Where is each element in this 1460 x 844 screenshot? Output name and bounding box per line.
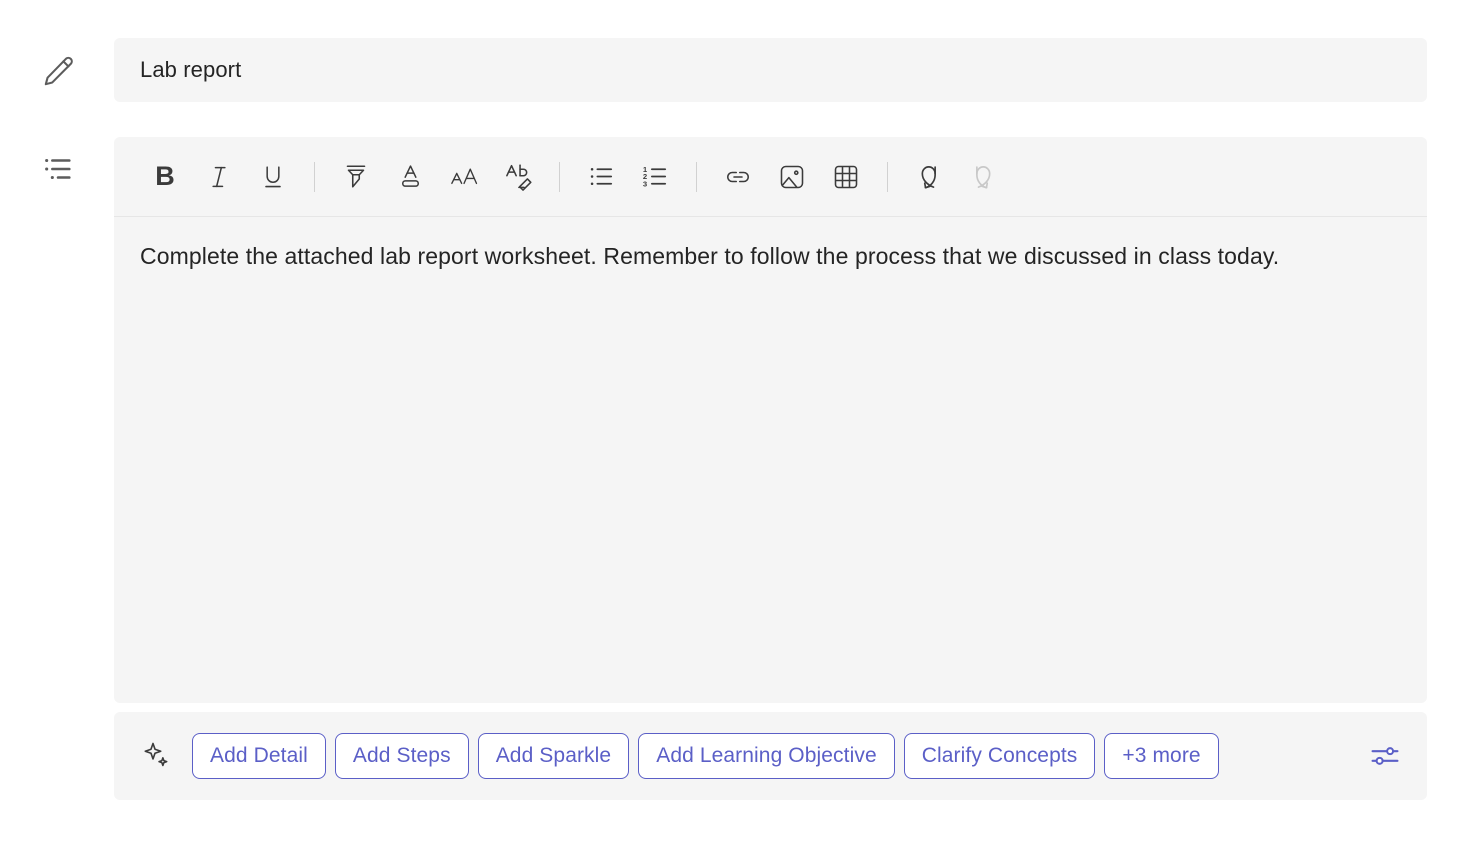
font-color-button[interactable] [383,150,437,204]
redo-button[interactable] [956,150,1010,204]
underline-button[interactable] [246,150,300,204]
suggestion-chip-list: Add Detail Add Steps Add Sparkle Add Lea… [192,733,1351,779]
clear-formatting-icon [505,164,532,191]
suggestion-chip-clarify-concepts[interactable]: Clarify Concepts [903,733,1096,779]
italic-button[interactable] [192,150,246,204]
formatting-toolbar: B 1 2 3 [114,137,1427,217]
link-icon [726,171,750,182]
title-field[interactable]: Lab report [114,38,1427,102]
undo-icon [921,165,936,188]
insert-link-button[interactable] [711,150,765,204]
bold-button[interactable]: B [138,150,192,204]
clear-formatting-button[interactable] [491,150,545,204]
suggestion-chip-add-detail[interactable]: Add Detail [192,733,326,779]
svg-text:3: 3 [642,180,647,189]
toolbar-divider [559,161,560,192]
left-gutter [0,0,114,844]
rich-text-editor-panel: B 1 2 3 Complete the attached lab report… [114,137,1427,703]
toolbar-divider [696,161,697,192]
font-size-button[interactable] [437,150,491,204]
italic-icon [212,166,226,187]
ai-suggestions-bar: Add Detail Add Steps Add Sparkle Add Lea… [114,712,1427,800]
toolbar-divider [314,161,315,192]
numbered-list-button[interactable]: 1 2 3 [628,150,682,204]
pencil-icon [30,44,86,100]
highlighter-icon [346,164,366,188]
bold-icon: B [155,161,175,191]
font-color-icon [401,165,419,187]
settings-sliders-icon[interactable] [1365,736,1405,776]
title-value: Lab report [140,57,242,82]
suggestion-chip-add-steps[interactable]: Add Steps [334,733,469,779]
suggestion-chip-add-learning-objective[interactable]: Add Learning Objective [638,733,895,779]
suggestion-chip-add-sparkle[interactable]: Add Sparkle [477,733,630,779]
bulleted-list-button[interactable] [574,150,628,204]
suggestion-chip-more[interactable]: +3 more [1104,733,1219,779]
redo-icon [976,165,991,188]
table-icon [834,165,858,188]
insert-image-button[interactable] [765,150,819,204]
instructions-text: Complete the attached lab report workshe… [140,243,1280,269]
undo-button[interactable] [902,150,956,204]
bullet-list-icon [30,141,86,197]
highlight-button[interactable] [329,150,383,204]
font-size-icon [450,168,477,185]
toolbar-divider [887,161,888,192]
instructions-editor[interactable]: Complete the attached lab report workshe… [114,217,1427,703]
numbered-list-icon: 1 2 3 [642,165,666,189]
image-icon [780,165,804,188]
insert-table-button[interactable] [819,150,873,204]
sparkle-icon [140,739,174,773]
bulleted-list-icon [590,167,612,186]
underline-icon [265,165,281,187]
